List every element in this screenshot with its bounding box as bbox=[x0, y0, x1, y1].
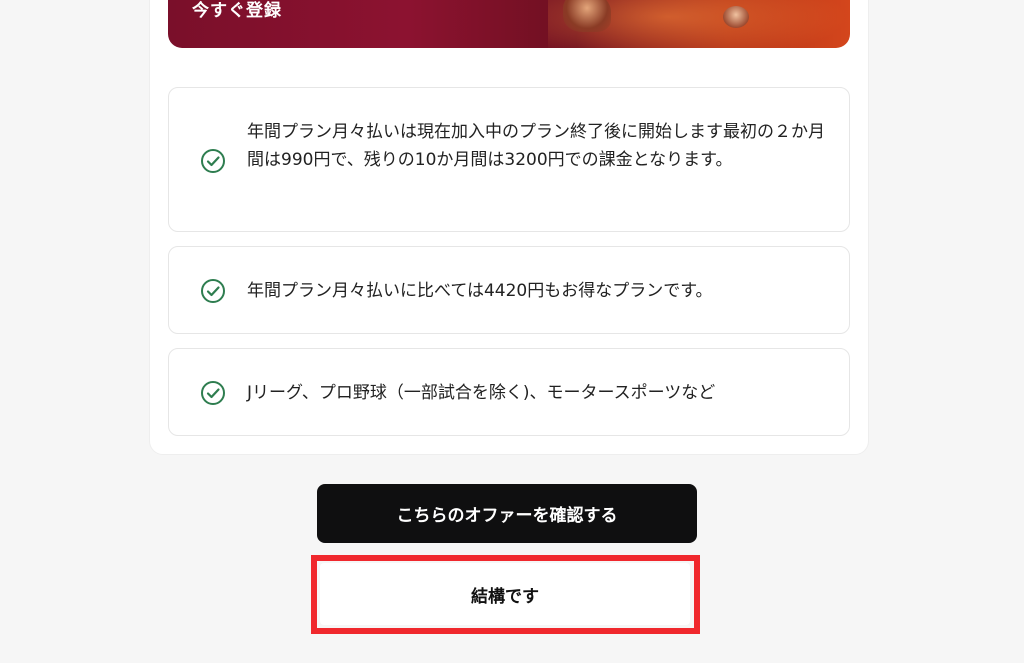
feature-item: 年間プラン月々払いは現在加入中のプラン終了後に開始します最初の２か月間は990円… bbox=[168, 87, 850, 232]
feature-item: Jリーグ、プロ野球（一部試合を除く)、モータースポーツなど bbox=[168, 348, 850, 436]
hero-banner[interactable]: 今すぐ登録 bbox=[168, 0, 850, 48]
check-circle-icon bbox=[201, 279, 225, 303]
register-now-label: 今すぐ登録 bbox=[192, 1, 282, 21]
feature-text: 年間プラン月々払いに比べては4420円もお得なプランです。 bbox=[247, 281, 713, 301]
confirm-offer-button[interactable]: こちらのオファーを確認する bbox=[317, 484, 697, 543]
hero-figure bbox=[563, 0, 611, 32]
check-circle-icon bbox=[201, 381, 225, 405]
offer-page: 今すぐ登録 年間プラン月々払いは現在加入中のプラン終了後に開始します最初の２か月… bbox=[0, 0, 1024, 663]
feature-text: 年間プラン月々払いは現在加入中のプラン終了後に開始します最初の２か月間は990円… bbox=[247, 122, 825, 170]
decline-button[interactable]: 結構です bbox=[320, 563, 690, 625]
hero-figure bbox=[723, 6, 749, 28]
check-circle-icon bbox=[201, 149, 225, 173]
feature-item: 年間プラン月々払いに比べては4420円もお得なプランです。 bbox=[168, 246, 850, 334]
feature-text: Jリーグ、プロ野球（一部試合を除く)、モータースポーツなど bbox=[247, 383, 716, 403]
